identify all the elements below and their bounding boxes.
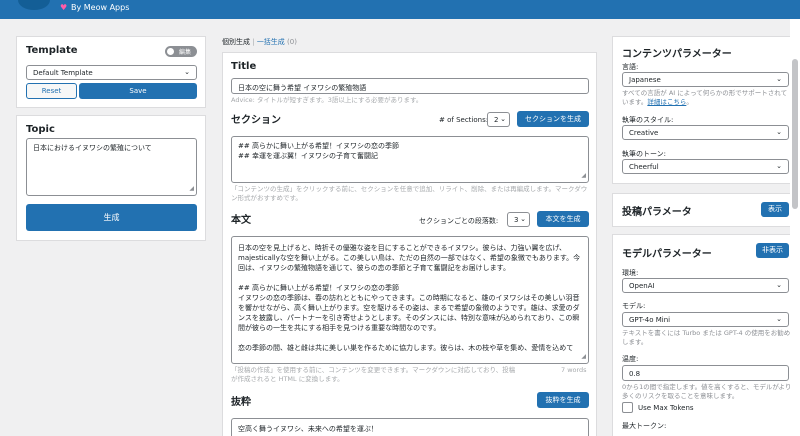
content-params-title: コンテンツパラメーター: [622, 49, 732, 60]
temperature-input[interactable]: 0.8: [622, 365, 789, 381]
temperature-value: 0.8: [629, 370, 641, 378]
num-sections-select[interactable]: 2 ⌄: [487, 112, 510, 127]
excerpt-text: 空高く舞うイヌワシ、未来への希望を運ぶ！: [238, 425, 378, 433]
show-post-params-button[interactable]: 表示: [761, 202, 789, 217]
title-input-value: 日本の空に舞う希望 イヌワシの繁殖物語: [238, 84, 367, 92]
paragraphs-label: セクションごとの段落数:: [419, 217, 499, 225]
max-tokens-field-label: 最大トークン:: [622, 422, 667, 430]
editor-panel: Title 日本の空に舞う希望 イヌワシの繁殖物語 Advice: タイトルが短…: [222, 52, 597, 436]
topic-title: Topic: [26, 124, 55, 135]
sections-line: ## 高らかに舞い上がる希望！イヌワシの恋の季節: [238, 142, 399, 150]
content-paragraph: イヌワシの恋の季節は、春の訪れとともにやってきます。この時期になると、雄のイヌワ…: [238, 294, 580, 332]
sections-line: ## 幸運を運ぶ翼！イヌワシの子育て奮闘記: [238, 152, 378, 160]
reset-button[interactable]: Reset: [26, 83, 77, 99]
generate-excerpt-button[interactable]: 抜粋を生成: [537, 392, 589, 408]
model-params-title: モデルパラメーター: [622, 249, 712, 260]
model-select[interactable]: GPT-4o Mini ⌄: [622, 312, 789, 327]
content-paragraph: 恋の季節の間、雄と雌は共に美しい巣を作るために協力します。彼らは、木の枝や草を集…: [238, 344, 574, 352]
temp-hint: 0から1の間で指定します。値を高くすると、モデルがより多くのリスクを取ることを意…: [622, 383, 792, 400]
post-params-title: 投稿パラメータ: [622, 207, 692, 218]
meow-apps-logo: [18, 0, 50, 10]
env-value: OpenAI: [629, 282, 655, 290]
language-details-link[interactable]: 詳細はこちら: [647, 98, 686, 106]
style-value: Creative: [629, 129, 659, 137]
chevron-down-icon: ⌄: [184, 68, 190, 76]
tab-bulk[interactable]: 一括生成: [257, 38, 285, 46]
excerpt-label: 抜粋: [231, 397, 251, 408]
language-value: Japanese: [629, 76, 661, 84]
content-textarea[interactable]: 日本の空を見上げると、時折その優雅な姿を目にすることができるイヌワシ。彼らは、力…: [231, 236, 589, 364]
env-select[interactable]: OpenAI ⌄: [622, 278, 789, 293]
scrollbar-thumb[interactable]: [792, 59, 798, 209]
page-scrollbar[interactable]: [790, 19, 800, 436]
tone-label: 執筆のトーン:: [622, 150, 667, 158]
chevron-down-icon: ⌄: [776, 75, 782, 83]
model-label: モデル:: [622, 302, 646, 310]
toggle-label: 編集: [179, 49, 192, 56]
generate-sections-button[interactable]: セクションを生成: [517, 111, 589, 127]
content-paragraph: 日本の空を見上げると、時折その優雅な姿を目にすることができるイヌワシ。彼らは、力…: [238, 244, 581, 272]
brand-text: By Meow Apps: [71, 3, 130, 12]
generate-topic-button[interactable]: 生成: [26, 204, 197, 231]
template-panel: Template 編集 Default Template ⌄ Reset Sav…: [16, 36, 206, 108]
tab-bulk-count: (0): [287, 38, 297, 46]
post-params-panel: 投稿パラメータ 表示: [612, 193, 795, 227]
sections-textarea[interactable]: ## 高らかに舞い上がる希望！イヌワシの恋の季節 ## 幸運を運ぶ翼！イヌワシの…: [231, 136, 589, 183]
word-count: 7 words: [561, 366, 587, 374]
num-sections-value: 2: [494, 116, 499, 124]
chevron-down-icon: ⌄: [776, 281, 782, 289]
sections-label: セクション: [231, 115, 281, 126]
topic-textarea[interactable]: 日本におけるイヌワシの繁殖について ◢: [26, 138, 197, 196]
top-bar: ♥ By Meow Apps: [0, 0, 800, 19]
sections-hint: 「コンテンツの生成」をクリックする前に、セクションを任意で追加、リライト、削除、…: [231, 185, 588, 202]
content-params-panel: コンテンツパラメーター 言語: Japanese ⌄ すべての言語が AI によ…: [612, 36, 795, 184]
language-select[interactable]: Japanese ⌄: [622, 72, 789, 87]
language-hint: すべての言語が AI によって何らかの形でサポートされています。詳細はこちら。: [622, 89, 788, 106]
chevron-down-icon: ⌄: [776, 315, 782, 323]
title-label: Title: [231, 61, 257, 72]
hide-model-params-button[interactable]: 非表示: [756, 243, 789, 258]
max-tokens-checkbox[interactable]: [622, 402, 633, 413]
model-params-panel: モデルパラメーター 非表示 環境: OpenAI ⌄ モデル: GPT-4o M…: [612, 234, 795, 436]
chevron-down-icon: ⌄: [520, 215, 526, 223]
content-label: 本文: [231, 215, 251, 226]
title-input[interactable]: 日本の空に舞う希望 イヌワシの繁殖物語: [231, 78, 589, 94]
toggle-knob: [167, 48, 174, 55]
topic-panel: Topic 日本におけるイヌワシの繁殖について ◢ 生成: [16, 115, 206, 241]
tab-individual[interactable]: 個別生成: [222, 38, 250, 46]
resize-grip-icon[interactable]: ◢: [581, 352, 586, 362]
chevron-down-icon: ⌄: [776, 128, 782, 136]
save-button[interactable]: Save: [79, 83, 197, 99]
style-label: 執筆のスタイル:: [622, 116, 674, 124]
paragraphs-value: 3: [514, 216, 519, 224]
tone-value: Cheerful: [629, 163, 659, 171]
generate-content-button[interactable]: 本文を生成: [537, 211, 589, 227]
template-title: Template: [26, 45, 78, 56]
paragraphs-select[interactable]: 3 ⌄: [507, 212, 530, 227]
tone-select[interactable]: Cheerful ⌄: [622, 159, 789, 174]
title-advice: Advice: タイトルが短すぎます。3語以上にする必要があります。: [231, 96, 423, 104]
model-hint: テキストを書くには Turbo または GPT-4 の使用をお勧めします。: [622, 329, 791, 346]
chevron-down-icon: ⌄: [500, 115, 506, 123]
num-sections-label: # of Sections:: [439, 116, 489, 124]
content-heading: ## 高らかに舞い上がる希望！イヌワシの恋の季節: [238, 284, 399, 292]
template-edit-toggle[interactable]: 編集: [165, 46, 197, 57]
excerpt-textarea[interactable]: 空高く舞うイヌワシ、未来への希望を運ぶ！: [231, 418, 589, 436]
template-select[interactable]: Default Template ⌄: [26, 65, 197, 80]
topic-text: 日本におけるイヌワシの繁殖について: [33, 144, 152, 152]
temp-label: 温度:: [622, 355, 639, 363]
env-label: 環境:: [622, 269, 639, 277]
resize-grip-icon[interactable]: ◢: [189, 184, 194, 194]
language-label: 言語:: [622, 63, 639, 71]
template-select-value: Default Template: [33, 69, 93, 77]
resize-grip-icon[interactable]: ◢: [581, 171, 586, 181]
content-hint: 「投稿の作成」を使用する前に、コンテンツを変更できます。マークダウンに対応してお…: [231, 366, 516, 383]
generation-tabs: 個別生成 | 一括生成 (0): [222, 38, 297, 46]
heart-icon: ♥: [60, 3, 68, 12]
model-value: GPT-4o Mini: [629, 316, 671, 324]
chevron-down-icon: ⌄: [776, 162, 782, 170]
max-tokens-label: Use Max Tokens: [638, 404, 694, 412]
style-select[interactable]: Creative ⌄: [622, 125, 789, 140]
